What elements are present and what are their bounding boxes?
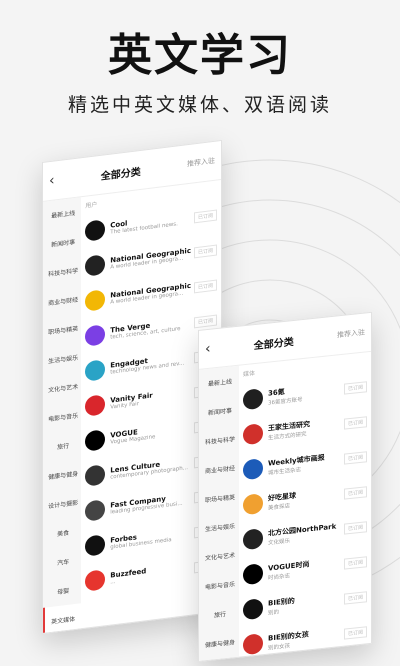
buzzfeed-logo-icon — [85, 568, 106, 592]
item-text: Lens Culture contemporary photograph... — [110, 456, 191, 480]
vogue-logo-icon — [85, 428, 106, 452]
page-title: 全部分类 — [253, 336, 294, 352]
subscribe-button[interactable]: 已订阅 — [343, 626, 367, 640]
category-sidebar: 最新上线 新闻时事 科技与科学 商业与财经 职场与精英 生活与娱乐 文化与艺术 电影与音乐 旅行… — [199, 365, 239, 661]
item-text: The Verge tech, science, art, culture — [110, 316, 191, 340]
sidebar-item[interactable]: 最新上线 — [199, 366, 239, 399]
sidebar-item[interactable]: 健康与健身 — [199, 627, 239, 660]
sidebar-item[interactable]: 文化与艺术 — [199, 540, 239, 573]
subscribe-button[interactable]: 已订阅 — [193, 279, 217, 294]
item-text: 好吃星球 美食探店 — [268, 485, 341, 511]
subscribe-button[interactable]: 已订阅 — [343, 486, 367, 500]
category-sidebar: 最新上线 新闻时事 科技与科学 商业与财经 职场与精英 生活与娱乐 文化与艺术 电影与音乐 旅行… — [43, 197, 82, 634]
subscribe-button[interactable]: 已订阅 — [343, 451, 367, 465]
item-text: Vanity Fair Vanity Fair — [110, 386, 191, 410]
36kr-logo-icon — [243, 387, 263, 410]
back-icon[interactable]: ‹ — [49, 172, 55, 189]
headline: 英文学习 精选中英文媒体、双语阅读 — [0, 30, 400, 117]
subscribe-button[interactable]: 已订阅 — [343, 591, 367, 605]
engadget-logo-icon — [85, 358, 106, 382]
subscribe-button[interactable]: 已订阅 — [343, 556, 367, 570]
item-text: Fast Company leading progressive busi... — [110, 491, 191, 515]
bie-logo-icon — [243, 597, 263, 620]
item-text: VOGUE时尚 时尚杂志 — [268, 555, 341, 581]
subscribe-button[interactable]: 已订阅 — [193, 244, 217, 259]
bie-logo-icon — [243, 632, 263, 655]
subscribe-button[interactable]: 已订阅 — [343, 416, 367, 430]
sidebar-item[interactable]: 生活与娱乐 — [199, 511, 239, 544]
subscribe-button[interactable]: 已订阅 — [343, 521, 367, 535]
recommend-button[interactable]: 推荐入驻 — [187, 156, 215, 169]
verge-logo-icon — [85, 323, 106, 347]
sidebar-item[interactable]: 新闻时事 — [199, 395, 239, 428]
sidebar-item[interactable]: 科技与科学 — [199, 424, 239, 457]
sidebar-item[interactable]: 旅行 — [199, 598, 239, 631]
media-list: 媒体 36氪 36氪官方账号 已订阅 王家生活研究 生活方式的研究 已订阅 Weekly城市… — [239, 352, 371, 657]
item-text: Forbes global business media — [110, 526, 191, 550]
wang-logo-icon — [243, 422, 263, 445]
item-text: Cool The latest football news. — [110, 211, 191, 235]
item-text: VOGUE Vogue Magazine — [110, 421, 191, 445]
natgeo-logo-icon — [85, 288, 106, 312]
natgeo-logo-icon — [85, 253, 106, 277]
sidebar-item[interactable]: 电影与音乐 — [199, 569, 239, 602]
subscribe-button[interactable]: 已订阅 — [193, 209, 217, 224]
weekly-logo-icon — [243, 457, 263, 480]
phone-right: ‹ 全部分类 推荐入驻 最新上线 新闻时事 科技与科学 商业与财经 职场与精英 生活与娱乐… — [198, 311, 372, 662]
item-text: 36氪 36氪官方账号 — [268, 380, 341, 406]
item-text: National Geographic A world leader in geo… — [110, 246, 191, 270]
item-text: Engadget technology news and rev... — [110, 351, 191, 375]
vanityfair-logo-icon — [85, 393, 106, 417]
item-text: 北方公园NorthPark 文化娱乐 — [268, 520, 341, 546]
item-text: 王家生活研究 生活方式的研究 — [268, 415, 341, 441]
item-text: BIE别的 别的 — [268, 590, 341, 616]
food-logo-icon — [243, 492, 263, 515]
item-text: Weekly城市画报 城市生活杂志 — [268, 450, 341, 476]
page-title: 全部分类 — [100, 166, 141, 183]
northpark-logo-icon — [243, 527, 263, 550]
sidebar-item[interactable]: 商业与财经 — [199, 453, 239, 486]
sidebar-item[interactable]: 职场与精英 — [199, 482, 239, 515]
forbes-logo-icon — [85, 533, 106, 557]
lensculture-logo-icon — [85, 463, 106, 487]
headline-title: 英文学习 — [108, 30, 292, 81]
vogue-logo-icon — [243, 562, 263, 585]
cool-logo-icon — [85, 218, 106, 242]
recommend-button[interactable]: 推荐入驻 — [337, 327, 365, 340]
item-text: Buzzfeed... — [110, 561, 191, 585]
item-text: National Geographic A world leader in geo… — [110, 281, 191, 305]
headline-subtitle: 精选中英文媒体、双语阅读 — [67, 94, 332, 116]
back-icon[interactable]: ‹ — [205, 341, 211, 358]
item-text: BIE别的女孩 别的女孩 — [268, 625, 341, 651]
phone-left: ‹ 全部分类 推荐入驻 最新上线 新闻时事 科技与科学 商业与财经 职场与精英 生活与娱乐… — [42, 139, 222, 634]
sidebar-item[interactable]: 英文媒体 — [43, 603, 82, 634]
subscribe-button[interactable]: 已订阅 — [343, 381, 367, 395]
fastcompany-logo-icon — [85, 498, 106, 522]
subscribe-button[interactable]: 已订阅 — [193, 314, 217, 329]
